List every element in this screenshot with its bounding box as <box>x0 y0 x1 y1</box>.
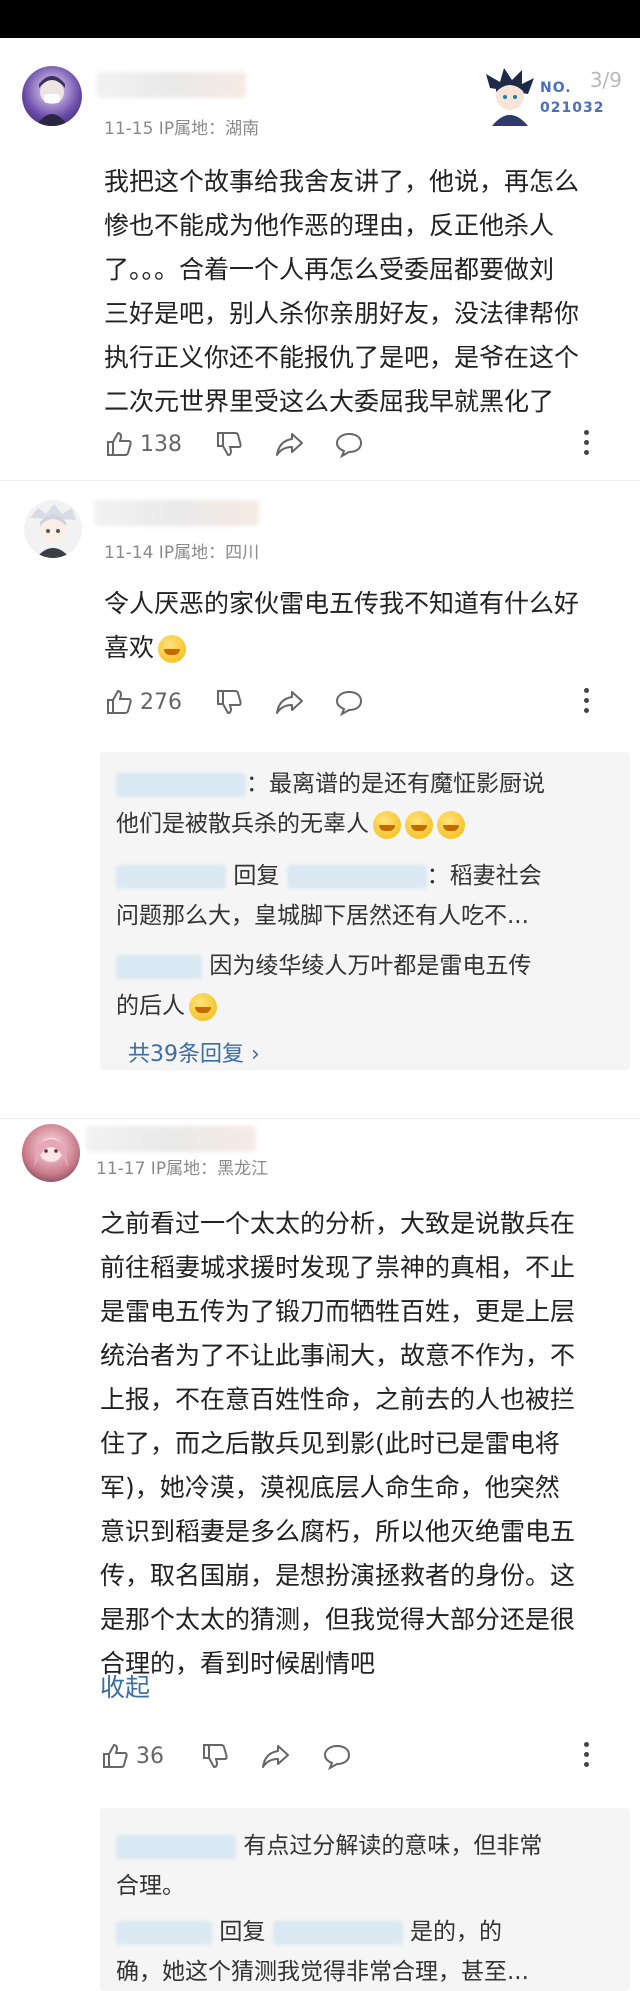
like-count: 138 <box>140 431 182 457</box>
more-icon[interactable] <box>584 430 590 460</box>
emoji-icon <box>158 635 187 663</box>
comment-icon <box>335 690 363 717</box>
dislike-button[interactable] <box>214 682 244 722</box>
like-count: 276 <box>140 689 182 715</box>
comment-meta: 11-14 IP属地：四川 <box>104 543 260 563</box>
emoji-icon <box>405 810 433 839</box>
comment-text: 令人厌恶的家伙雷电五传我不知道有什么好 喜欢 <box>104 589 580 663</box>
reply-username-blurred[interactable] <box>116 864 226 889</box>
comment-3: 11-17 IP属地：黑龙江 之前看过一个太太的分析，大致是说散兵在 前往稻妻城求… <box>0 1118 640 1991</box>
comment-actions: 276 <box>104 682 624 722</box>
share-button[interactable] <box>274 424 304 464</box>
thumb-down-icon <box>217 432 242 457</box>
comment-2: 11-14 IP属地：四川 令人厌恶的家伙雷电五传我不知道有什么好 喜欢 276… <box>0 480 640 1130</box>
reply-item-cont: 确，她这个猜测我觉得非常合理，甚至... <box>116 1959 529 1985</box>
reply-username-blurred[interactable] <box>116 954 202 979</box>
badge-no-label: NO. <box>540 80 572 96</box>
reply-item: ：最离谱的是还有魔怔影厨说 <box>116 764 545 804</box>
reply-item: 有点过分解读的意味，但非常 <box>116 1826 542 1866</box>
like-count: 36 <box>136 1743 164 1769</box>
emoji-icon <box>373 810 401 839</box>
thumb-down-icon <box>203 1744 228 1769</box>
reply-item: 回复 ：稻妻社会 <box>116 856 542 896</box>
reply-item-cont: 他们是被散兵杀的无辜人 <box>116 804 465 844</box>
reply-preview[interactable]: 有点过分解读的意味，但非常 合理。 回复 是的，的 确，她这个猜测我觉得非常合理… <box>100 1808 630 1991</box>
share-icon <box>262 1745 289 1768</box>
comment-icon <box>323 1744 351 1771</box>
like-button[interactable]: 36 <box>100 1736 164 1776</box>
emoji-icon <box>437 810 465 839</box>
reply-username-blurred[interactable] <box>116 772 246 797</box>
like-button[interactable]: 276 <box>104 682 182 722</box>
comment-text: 我把这个故事给我舍友讲了，他说，再怎么 惨也不能成为他作恶的理由，反正他杀人 了。。… <box>104 167 580 416</box>
thumb-up-icon <box>107 689 132 714</box>
avatar[interactable] <box>22 1124 80 1182</box>
share-button[interactable] <box>260 1736 290 1776</box>
view-all-replies-link[interactable]: 共39条回复 › <box>128 1036 260 1068</box>
share-icon <box>276 691 303 714</box>
reply-preview[interactable]: ：最离谱的是还有魔怔影厨说 他们是被散兵杀的无辜人 回复 ：稻妻社会 问题那么大… <box>100 752 630 1070</box>
reply-target-blurred[interactable] <box>272 1920 403 1945</box>
avatar[interactable] <box>24 500 82 558</box>
comment-meta: 11-15 IP属地：湖南 <box>104 119 260 139</box>
reply-button[interactable] <box>334 424 364 464</box>
reply-username-blurred[interactable] <box>116 1834 236 1859</box>
avatar[interactable] <box>22 66 82 126</box>
user-badge: NO. 021032 <box>482 66 622 130</box>
reply-item-cont: 问题那么大，皇城脚下居然还有人吃不... <box>116 903 529 929</box>
badge-code: 021032 <box>540 100 605 116</box>
emoji-icon <box>189 992 217 1021</box>
username-blurred[interactable] <box>96 72 246 98</box>
username-blurred[interactable] <box>94 500 259 526</box>
more-icon[interactable] <box>584 688 590 718</box>
reply-item-cont: 的后人 <box>116 986 217 1026</box>
collapse-link[interactable]: 收起 <box>100 1668 150 1704</box>
thumb-down-icon <box>217 690 242 715</box>
comment-icon <box>335 432 363 459</box>
dislike-button[interactable] <box>200 1736 230 1776</box>
comment-meta: 11-17 IP属地：黑龙江 <box>96 1159 269 1179</box>
reply-button[interactable] <box>334 682 364 722</box>
more-icon[interactable] <box>584 1742 590 1772</box>
reply-item: 回复 是的，的 <box>116 1912 502 1952</box>
reply-username-blurred[interactable] <box>116 1920 212 1945</box>
comment-1: 11-15 IP属地：湖南 NO. 021032 我把这个故事给我舍友讲了，他说… <box>0 0 640 470</box>
comment-actions: 36 <box>100 1736 620 1776</box>
thumb-up-icon <box>103 1743 128 1768</box>
share-button[interactable] <box>274 682 304 722</box>
badge-character-icon <box>486 68 534 126</box>
thumb-up-icon <box>107 431 132 456</box>
share-icon <box>276 433 303 456</box>
comment-text: 之前看过一个太太的分析，大致是说散兵在 前往稻妻城求援时发现了祟神的真相，不止 是雷… <box>100 1209 576 1678</box>
comment-actions: 138 <box>104 424 624 464</box>
reply-target-blurred[interactable] <box>286 864 427 889</box>
reply-button[interactable] <box>322 1736 352 1776</box>
reply-item: 因为绫华绫人万叶都是雷电五传 <box>116 946 531 986</box>
reply-item-cont: 合理。 <box>116 1873 185 1899</box>
like-button[interactable]: 138 <box>104 424 182 464</box>
dislike-button[interactable] <box>214 424 244 464</box>
username-blurred[interactable] <box>86 1126 256 1152</box>
